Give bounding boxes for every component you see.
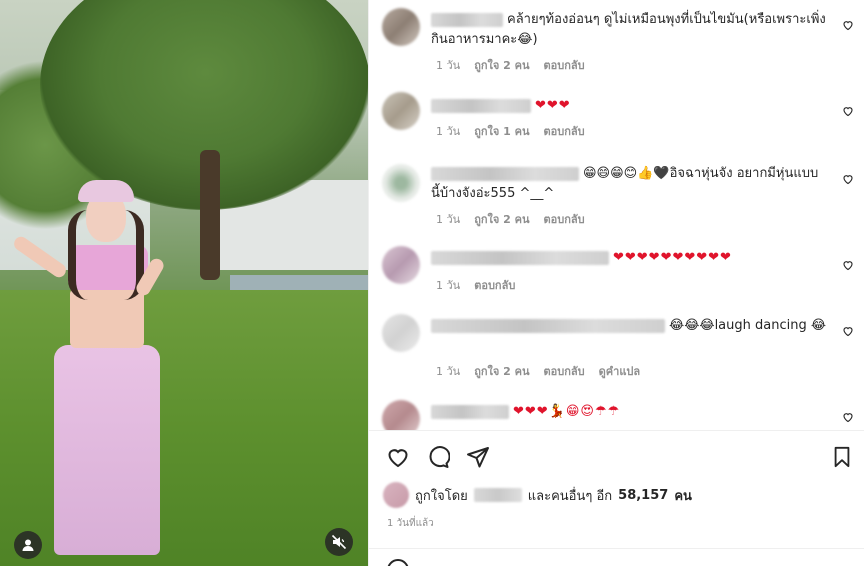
comment-item: ❤❤❤ 1 วัน ถูกใจ 1 คน ตอบกลับ [369,90,864,146]
username[interactable] [431,98,531,113]
comment-text: ❤❤❤❤❤❤❤❤❤❤ [431,248,827,268]
avatar[interactable] [382,164,420,202]
comment-time: 1 วัน [436,279,461,292]
comment-time: 1 วัน [436,213,461,226]
avatar[interactable] [382,8,420,46]
reply-button[interactable]: ตอบกลับ [544,56,585,74]
comment-likes-link[interactable]: ถูกใจ 1 คน [474,122,529,140]
post-media[interactable] [0,0,368,566]
comment-meta: 1 วัน ตอบกลับ [436,276,515,294]
comment-text: ❤❤❤ [431,96,827,116]
comment-meta: 1 วัน ถูกใจ 2 คน ตอบกลับ [436,56,585,74]
user-icon[interactable] [14,531,42,559]
likes-count[interactable]: 58,157 [618,488,668,503]
comment-text: ❤❤❤💃😁😍☂☂ [431,402,827,422]
heart-icon[interactable] [841,410,855,424]
liked-by: ถูกใจโดย และคนอื่นๆ อีก 58,157 คน [383,482,692,508]
bookmark-icon[interactable] [829,444,855,470]
comment-item: ❤❤❤❤❤❤❤❤❤❤ 1 วัน ตอบกลับ [369,244,864,300]
username[interactable] [431,12,503,27]
username[interactable] [431,166,579,181]
heart-icon[interactable] [841,104,855,118]
username[interactable] [431,250,609,265]
comment-text: 😂😂😂laugh dancing 😂 [431,316,827,336]
username[interactable] [431,318,665,333]
emoji-icon[interactable] [387,559,409,566]
tree-trunk [200,150,220,280]
heart-icon[interactable] [841,172,855,186]
translate-button[interactable]: ดูคำแปล [599,362,641,380]
comment-time: 1 วัน [436,125,461,138]
add-comment-bar [369,548,864,566]
liked-by-middle: และคนอื่นๆ อีก [527,488,613,504]
comment-item: ❤❤❤💃😁😍☂☂ [369,398,864,430]
comment-meta: 1 วัน ถูกใจ 2 คน ตอบกลับ ดูคำแปล [436,362,640,380]
comment-text: คล้ายๆท้องอ่อนๆ ดูไม่เหมือนพุงที่เป็นไขม… [431,12,826,47]
reply-button[interactable]: ตอบกลับ [544,210,585,228]
avatar[interactable] [383,482,409,508]
comment-likes-link[interactable]: ถูกใจ 2 คน [474,362,529,380]
comment-meta: 1 วัน ถูกใจ 2 คน ตอบกลับ [436,210,585,228]
comment-bubble-icon[interactable] [425,444,451,470]
heart-icon[interactable] [385,444,411,470]
comment-item: 😂😂😂laugh dancing 😂 1 วัน ถูกใจ 2 คน ตอบก… [369,312,864,384]
divider [369,430,864,431]
reply-button[interactable]: ตอบกลับ [474,276,515,294]
comment-time: 1 วัน [436,365,461,378]
heart-icon[interactable] [841,324,855,338]
person [11,180,180,566]
comment-meta: 1 วัน ถูกใจ 1 คน ตอบกลับ [436,122,585,140]
reply-button[interactable]: ตอบกลับ [544,122,585,140]
comment-likes-link[interactable]: ถูกใจ 2 คน [474,56,529,74]
username[interactable] [473,488,522,502]
comment-time: 1 วัน [436,59,461,72]
speaker-muted-icon[interactable] [325,528,353,556]
reply-button[interactable]: ตอบกลับ [544,362,585,380]
username[interactable] [431,404,509,419]
post-timestamp[interactable]: 1 วันที่แล้ว [387,516,434,531]
paper-plane-icon[interactable] [465,444,491,470]
comment-item: 😁😄😁😊👍🖤อิจฉาหุ่นจัง อยากมีหุ่นแบบนี้บ้างจ… [369,160,864,232]
heart-icon[interactable] [841,258,855,272]
avatar[interactable] [382,92,420,130]
post-actions [369,440,864,472]
comment-item: คล้ายๆท้องอ่อนๆ ดูไม่เหมือนพุงที่เป็นไขม… [369,6,864,86]
liked-by-prefix: ถูกใจโดย [415,488,468,504]
avatar[interactable] [382,246,420,284]
comments-list[interactable]: คล้ายๆท้องอ่อนๆ ดูไม่เหมือนพุงที่เป็นไขม… [369,0,864,430]
post-panel: คล้ายๆท้องอ่อนๆ ดูไม่เหมือนพุงที่เป็นไขม… [368,0,864,566]
avatar[interactable] [382,314,420,352]
likes-suffix[interactable]: คน [674,485,692,506]
comment-text: 😁😄😁😊👍🖤อิจฉาหุ่นจัง อยากมีหุ่นแบบนี้บ้างจ… [431,166,819,201]
heart-icon[interactable] [841,18,855,32]
avatar[interactable] [382,400,420,430]
comment-likes-link[interactable]: ถูกใจ 2 คน [474,210,529,228]
